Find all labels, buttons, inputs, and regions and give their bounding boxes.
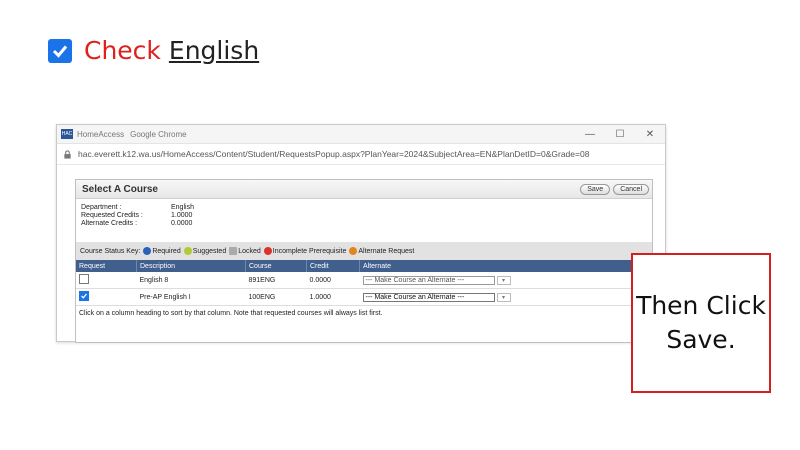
sort-note: Click on a column heading to sort by tha…	[79, 310, 383, 317]
locked-icon	[229, 247, 238, 255]
column-header-description[interactable]: Description	[136, 260, 246, 272]
requested-credits-label: Requested Credits :	[81, 212, 143, 219]
instruction-callout: Then Click Save.	[631, 253, 771, 393]
column-header-course[interactable]: Course	[245, 260, 307, 272]
heading-word-check: Check	[84, 36, 161, 65]
course-credit: 0.0000	[306, 272, 360, 289]
dialog-title: Select A Course	[82, 183, 158, 195]
alternate-credits-value: 0.0000	[171, 220, 193, 227]
chevron-down-icon[interactable]: ▾	[496, 275, 511, 285]
maximize-icon[interactable]: ☐	[605, 129, 635, 140]
table-row: English 8 891ENG 0.0000 --- Make Course …	[76, 272, 652, 289]
close-icon[interactable]: ✕	[635, 129, 665, 140]
status-key-label: Course Status Key:	[80, 247, 141, 255]
credit-info: Department : English Requested Credits : 1…	[76, 199, 652, 228]
app-logo: HAC	[61, 129, 73, 139]
heading-text: Check English	[84, 36, 259, 65]
course-description: English 8	[136, 272, 246, 289]
table-row: Pre-AP English I 100ENG 1.0000 --- Make …	[76, 288, 652, 306]
window-title: HomeAccess Google Chrome	[77, 129, 187, 139]
request-checkbox[interactable]	[79, 274, 89, 284]
slide-heading: Check English	[48, 36, 259, 65]
course-description: Pre-AP English I	[136, 288, 246, 306]
window-controls: — ☐ ✕	[575, 129, 665, 140]
browser-window: HAC HomeAccess Google Chrome — ☐ ✕ hac.ev…	[56, 124, 666, 343]
alternate-credits-label: Alternate Credits :	[81, 220, 138, 227]
chevron-down-icon[interactable]: ▾	[496, 292, 511, 302]
course-table: Request Description Course Credit Altern…	[76, 260, 652, 306]
course-status-key: Course Status Key: Required Suggested Lo…	[76, 242, 652, 260]
requested-credits-value: 1.0000	[171, 212, 193, 219]
course-code: 891ENG	[245, 272, 307, 289]
alternate-select[interactable]: --- Make Course an Alternate ---	[362, 275, 495, 285]
department-value: English	[171, 204, 194, 211]
department-label: Department :	[81, 204, 122, 211]
dialog-header: Select A Course Save Cancel	[76, 180, 652, 199]
url-text: hac.everett.k12.wa.us/HomeAccess/Content…	[78, 149, 590, 159]
checkbox-checked-icon	[48, 38, 72, 63]
lock-icon	[64, 149, 71, 159]
request-checkbox-checked[interactable]	[79, 291, 89, 301]
alternate-select[interactable]: --- Make Course an Alternate ---	[362, 292, 495, 302]
alternate-request-icon	[349, 247, 358, 255]
window-titlebar: HAC HomeAccess Google Chrome — ☐ ✕	[57, 125, 665, 144]
column-header-request[interactable]: Request	[76, 260, 137, 272]
heading-word-english: English	[168, 36, 260, 65]
suggested-icon	[183, 247, 192, 255]
callout-text: Then Click Save.	[636, 291, 766, 354]
course-credit: 1.0000	[306, 288, 360, 306]
course-code: 100ENG	[245, 288, 307, 306]
address-bar[interactable]: hac.everett.k12.wa.us/HomeAccess/Content…	[57, 144, 665, 165]
minimize-icon[interactable]: —	[575, 129, 605, 140]
column-header-credit[interactable]: Credit	[306, 260, 360, 272]
save-button[interactable]: Save	[580, 183, 611, 195]
select-course-dialog: Select A Course Save Cancel Department :…	[75, 179, 653, 343]
cancel-button[interactable]: Cancel	[613, 183, 649, 195]
column-header-alternate[interactable]: Alternate	[359, 260, 652, 272]
incomplete-prerequisite-icon	[263, 247, 272, 255]
required-icon	[143, 247, 152, 255]
